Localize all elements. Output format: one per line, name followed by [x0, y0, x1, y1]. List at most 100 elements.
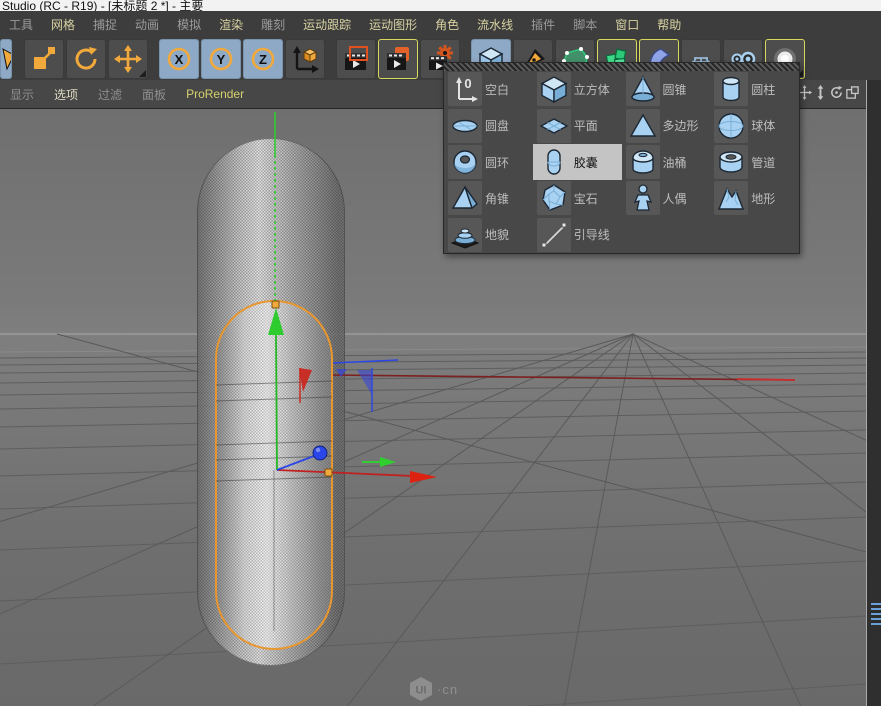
menu-item-插件[interactable]: 插件 — [522, 16, 564, 33]
watermark-hexagon-icon: UI — [408, 676, 434, 702]
menu-item-脚本[interactable]: 脚本 — [564, 16, 606, 33]
rotate-view-button[interactable] — [827, 83, 843, 105]
popup-item-gem[interactable]: 宝石 — [533, 180, 622, 216]
rotate-tool-button[interactable] — [66, 39, 106, 79]
palette-column-2: 立方体平面胶囊宝石引导线 — [533, 71, 622, 253]
toolbar-group — [24, 39, 150, 79]
cube-icon — [537, 72, 571, 106]
viewbar-item-过滤[interactable]: 过滤 — [88, 86, 132, 103]
x-lock-icon: X — [165, 45, 193, 73]
x-axis-lock-button[interactable]: X — [159, 39, 199, 79]
capsule-radius-handle-right[interactable] — [325, 469, 332, 476]
right-panel-strip — [866, 80, 881, 706]
render-picture-viewer-icon — [384, 45, 412, 73]
zoom-view-button[interactable] — [811, 83, 827, 105]
menu-item-工具[interactable]: 工具 — [0, 16, 42, 33]
popup-item-label: 地形 — [751, 190, 775, 207]
menu-item-模拟[interactable]: 模拟 — [168, 16, 210, 33]
relief-icon — [448, 218, 482, 252]
popup-item-capsule[interactable]: 胶囊 — [533, 144, 622, 180]
menu-item-渲染[interactable]: 渲染 — [210, 16, 252, 33]
menu-item-捕捉[interactable]: 捕捉 — [84, 16, 126, 33]
svg-text:0: 0 — [464, 76, 471, 91]
sphere-icon — [714, 109, 748, 143]
render-picture-viewer-button[interactable] — [378, 39, 418, 79]
menu-item-动画[interactable]: 动画 — [126, 16, 168, 33]
popup-item-label: 立方体 — [574, 81, 610, 98]
popup-item-disc[interactable]: 圆盘 — [444, 107, 533, 143]
popup-item-label: 地貌 — [485, 226, 509, 243]
move-tool-button[interactable] — [108, 39, 148, 79]
svg-text:Y: Y — [217, 52, 226, 67]
z-axis-handle[interactable] — [313, 446, 327, 460]
popup-item-polygon[interactable]: 多边形 — [622, 107, 711, 143]
palette-drag-grip[interactable] — [444, 63, 799, 71]
coordinate-system-button[interactable] — [285, 39, 325, 79]
viewbar-item-选项[interactable]: 选项 — [44, 86, 88, 103]
popup-item-pyramid[interactable]: 角锥 — [444, 180, 533, 216]
plane-handle-blue[interactable] — [357, 370, 372, 395]
palette-column-4: 圆柱球体管道地形 — [710, 71, 799, 253]
menu-item-角色[interactable]: 角色 — [426, 16, 468, 33]
menu-bar: 工具网格捕捉动画模拟渲染雕刻运动跟踪运动图形角色流水线插件脚本窗口帮助 — [0, 11, 881, 39]
popup-item-sphere[interactable]: 球体 — [710, 107, 799, 143]
popup-item-oiltank[interactable]: 油桶 — [622, 144, 711, 180]
panel-fragment-icon — [871, 603, 881, 625]
menu-item-窗口[interactable]: 窗口 — [606, 16, 648, 33]
plane-handle-red[interactable] — [299, 368, 312, 392]
live-selection-button[interactable] — [0, 39, 12, 79]
gem-icon — [537, 181, 571, 215]
oiltank-icon — [626, 145, 660, 179]
popup-item-cube[interactable]: 立方体 — [533, 71, 622, 107]
world-x-axis — [333, 375, 795, 380]
popup-item-label: 空白 — [485, 81, 509, 98]
popup-item-plane[interactable]: 平面 — [533, 107, 622, 143]
popup-item-figure[interactable]: 人偶 — [622, 180, 711, 216]
menu-item-运动跟踪[interactable]: 运动跟踪 — [294, 16, 360, 33]
menu-item-运动图形[interactable]: 运动图形 — [360, 16, 426, 33]
viewbar-item-显示[interactable]: 显示 — [0, 86, 44, 103]
scale-tool-button[interactable] — [24, 39, 64, 79]
popup-item-relief[interactable]: 地貌 — [444, 217, 533, 253]
menu-item-流水线[interactable]: 流水线 — [468, 16, 522, 33]
z-axis-lock-button[interactable]: Z — [243, 39, 283, 79]
z-lock-icon: Z — [249, 45, 277, 73]
popup-item-tube[interactable]: 管道 — [710, 144, 799, 180]
menu-item-网格[interactable]: 网格 — [42, 16, 84, 33]
render-view-button[interactable] — [336, 39, 376, 79]
popup-item-label: 宝石 — [574, 190, 598, 207]
rotate-view-icon — [829, 88, 844, 103]
popup-item-cylinder[interactable]: 圆柱 — [710, 71, 799, 107]
menu-item-雕刻[interactable]: 雕刻 — [252, 16, 294, 33]
palette-column-3: 圆锥多边形油桶人偶 — [622, 71, 711, 253]
viewbar-item-面板[interactable]: 面板 — [132, 86, 176, 103]
figure-icon — [626, 181, 660, 215]
viewbar-item-ProRender[interactable]: ProRender — [176, 87, 254, 101]
popup-item-guide[interactable]: 引导线 — [533, 217, 622, 253]
polygon-icon — [626, 109, 660, 143]
popup-item-label: 圆柱 — [751, 81, 775, 98]
watermark-text: ·cn — [437, 682, 458, 697]
coord-system-icon — [291, 45, 319, 73]
popup-item-label: 圆锥 — [663, 81, 687, 98]
menu-item-帮助[interactable]: 帮助 — [648, 16, 690, 33]
disc-icon — [448, 109, 482, 143]
capsule-radius-handle-top[interactable] — [272, 301, 279, 308]
maximize-icon — [845, 88, 860, 103]
popup-item-label: 平面 — [574, 117, 598, 134]
y-axis-handle[interactable] — [268, 308, 284, 335]
null-icon: 0 — [448, 72, 482, 106]
popup-item-torus[interactable]: 圆环 — [444, 144, 533, 180]
maximize-view-button[interactable] — [843, 83, 859, 105]
y-axis-lock-button[interactable]: Y — [201, 39, 241, 79]
popup-item-landscape[interactable]: 地形 — [710, 180, 799, 216]
plane-icon — [537, 109, 571, 143]
x-axis-handle[interactable] — [410, 471, 437, 483]
y-lock-icon: Y — [207, 45, 235, 73]
popup-item-cone[interactable]: 圆锥 — [622, 71, 711, 107]
render-view-icon — [342, 45, 370, 73]
popup-item-null[interactable]: 0 空白 — [444, 71, 533, 107]
move-tool-icon — [114, 45, 142, 73]
tube-icon — [714, 145, 748, 179]
toolbar-group — [0, 39, 15, 79]
